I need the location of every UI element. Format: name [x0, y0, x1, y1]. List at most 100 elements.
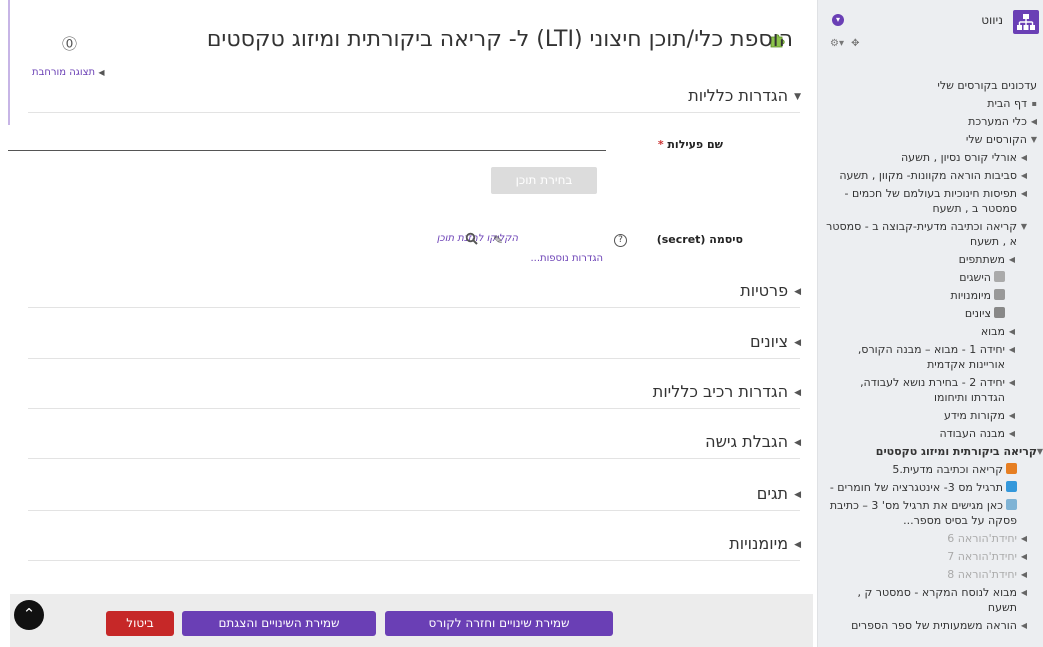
caret-left-icon: ◀: [794, 438, 801, 448]
nav-item[interactable]: ◀ אורלי קורס נסיון , תשעה: [818, 150, 1043, 165]
caret-left-icon: ◀: [1020, 171, 1027, 180]
nav-item-label: קריאה וכתיבה מדעית.5: [892, 463, 1003, 476]
nav-item[interactable]: ◀ הוראה משמעותית של ספר הספרים: [818, 618, 1043, 633]
lti-icon: [1006, 481, 1017, 492]
nav-item-label: יחידה 2 - בחירת נושא לעבודה, הגדרתו ותיח…: [860, 376, 1005, 404]
nav-item[interactable]: ◀ תפיסות חינוכיות בעולמם של חכמים - סמסטר…: [818, 186, 1043, 216]
save-and-return-button[interactable]: שמירת שינויים וחזרה לקורס: [385, 611, 613, 636]
navigation-title: ניווט: [981, 13, 1003, 27]
nav-item[interactable]: ◀ יחידת'הוראה 8: [818, 567, 1043, 582]
section-divider: [28, 358, 800, 359]
trophy-icon: [994, 271, 1005, 282]
caret-down-icon: ▼: [1020, 222, 1027, 231]
caret-left-icon: ◀: [1008, 378, 1015, 387]
lti-icon: [1006, 463, 1017, 474]
activity-name-label-text: שם פעילות: [667, 138, 723, 151]
section-privacy-label: פרטיות: [740, 281, 789, 300]
nav-item-label: מבוא: [980, 325, 1005, 338]
nav-item[interactable]: ▼ הקורסים שלי: [818, 132, 1043, 147]
nav-item[interactable]: ◀ יחידת'הוראה 7: [818, 549, 1043, 564]
nav-item[interactable]: ◀ יחידה 2 - בחירת נושא לעבודה, הגדרתו ותי…: [818, 375, 1043, 405]
nav-item-label: עדכונים בקורסים שלי: [937, 79, 1037, 92]
section-restrict-access[interactable]: ◀ הגבלת גישה: [705, 432, 801, 451]
activity-name-label: שם פעילות *: [655, 138, 723, 151]
section-general[interactable]: ▼ הגדרות כלליות: [688, 86, 801, 105]
caret-left-icon: ◀: [1008, 429, 1015, 438]
section-tags[interactable]: ◀ תגים: [757, 484, 801, 503]
caret-left-icon: ◀: [1020, 153, 1027, 162]
save-and-display-button[interactable]: שמירת השינויים והצגתם: [182, 611, 376, 636]
nav-item[interactable]: כאן מגישים את תרגיל מס' 3 – כתיבת פסקה ע…: [818, 498, 1043, 528]
nav-item-label: משתתפים: [958, 253, 1005, 266]
nav-item-label: כלי המערכת: [968, 115, 1027, 128]
nav-item[interactable]: עדכונים בקורסים שלי: [818, 78, 1043, 93]
caret-left-icon: ◀: [1008, 411, 1015, 420]
nav-item[interactable]: ◀ משתתפים: [818, 252, 1043, 267]
nav-item[interactable]: ◀ סביבות הוראה מקוונות- מקוון , תשעה: [818, 168, 1043, 183]
cancel-button[interactable]: ביטול: [106, 611, 174, 636]
nav-item[interactable]: הישגים: [818, 270, 1043, 285]
nav-item-label: תרגיל מס 3- אינטגרציה של חומרים -: [829, 481, 1003, 494]
nav-item[interactable]: ▼ קריאה וכתיבה מדעית-קבוצה ב - סמסטר א , …: [818, 219, 1043, 249]
nav-item[interactable]: ◀ מבוא: [818, 324, 1043, 339]
scroll-to-top-icon[interactable]: ⌃: [14, 600, 44, 630]
section-general-label: הגדרות כלליות: [688, 86, 789, 105]
search-icon[interactable]: [465, 232, 478, 245]
select-content-button[interactable]: בחירת תוכן: [491, 167, 597, 194]
nav-item[interactable]: ◀ מבוא לנוסח המקרא - סמסטר ק , תשעח: [818, 585, 1043, 615]
caret-left-icon: ◀: [794, 338, 801, 348]
help-icon[interactable]: ?: [614, 234, 627, 247]
section-grades[interactable]: ◀ ציונים: [750, 332, 801, 351]
collapse-block-icon[interactable]: ▾: [832, 14, 844, 26]
nav-item[interactable]: ◀ מבנה העבודה: [818, 426, 1043, 441]
caret-left-icon: ◀: [794, 540, 801, 550]
nav-item[interactable]: מיומנויות: [818, 288, 1043, 303]
caret-left-icon: ◀: [794, 287, 801, 297]
gear-icon[interactable]: ⚙▾: [830, 38, 844, 49]
caret-left-icon: ◀: [1020, 570, 1027, 579]
section-divider: [28, 510, 800, 511]
section-divider: [28, 307, 800, 308]
section-common-module[interactable]: ◀ הגדרות רכיב כלליות: [653, 382, 801, 401]
activity-name-input[interactable]: [8, 150, 606, 151]
caret-left-icon: ◀: [794, 388, 801, 398]
nav-item-label: מקורות מידע: [943, 409, 1005, 422]
section-tags-label: תגים: [756, 484, 789, 503]
nav-item[interactable]: ◀ מקורות מידע: [818, 408, 1043, 423]
page-title: הוספת כלי/תוכן חיצוני (LTI) ל- קריאה ביק…: [206, 27, 793, 52]
expand-all-link[interactable]: ◀ תצוגה מורחבת: [32, 67, 108, 78]
caret-down-icon: ▼: [794, 92, 801, 102]
move-icon[interactable]: ✥: [851, 38, 859, 49]
nav-item[interactable]: ◀ יחידה 1 - מבוא – מבנה הקורס, אוריינות א…: [818, 342, 1043, 372]
nav-item[interactable]: ציונים: [818, 306, 1043, 321]
nav-item-label: מיומנויות: [950, 289, 992, 302]
caret-left-icon: ◀: [1020, 189, 1027, 198]
caret-left-icon: ◀: [1020, 621, 1027, 630]
nav-item[interactable]: ▪ דף הבית: [818, 96, 1043, 111]
caret-down-icon: ▼: [1036, 447, 1043, 456]
help-icon[interactable]: ⓪: [62, 33, 77, 54]
block-actions[interactable]: ⚙▾ ✥: [830, 38, 860, 49]
nav-item[interactable]: קריאה וכתיבה מדעית.5: [818, 462, 1043, 477]
nav-item[interactable]: ◀ כלי המערכת: [818, 114, 1043, 129]
section-competencies[interactable]: ◀ מיומנויות: [729, 534, 801, 553]
more-settings-link[interactable]: הגדרות נוספות...: [530, 253, 603, 264]
sitemap-icon: [1013, 10, 1039, 34]
required-marker: *: [657, 138, 664, 151]
navigation-header: ניווט ▾ ⚙▾ ✥: [818, 0, 1043, 72]
pencil-icon[interactable]: ✎: [493, 233, 503, 247]
nav-item[interactable]: ◀ יחידת'הוראה 6: [818, 531, 1043, 546]
nav-item[interactable]: תרגיל מס 3- אינטגרציה של חומרים -: [818, 480, 1043, 495]
nav-item-label: מבנה העבודה: [939, 427, 1005, 440]
caret-left-icon: ◀: [1020, 552, 1027, 561]
navigation-tree: עדכונים בקורסים שלי ▪ דף הבית ◀ כלי המערכת ▼ ה…: [818, 72, 1043, 633]
caret-left-icon: ◀: [1020, 588, 1027, 597]
nav-item-label: הוראה משמעותית של ספר הספרים: [851, 619, 1017, 632]
section-privacy[interactable]: ◀ פרטיות: [740, 281, 801, 300]
section-divider: [28, 560, 800, 561]
bullet-icon: ▪: [1031, 99, 1037, 108]
nav-item-label: סביבות הוראה מקוונות- מקוון , תשעה: [839, 169, 1017, 182]
nav-item[interactable]: ▼ קריאה ביקורתית ומיזוג טקסטים: [818, 444, 1043, 459]
nav-item-label: יחידת'הוראה 7: [947, 550, 1017, 563]
nav-item-label: כאן מגישים את תרגיל מס' 3 – כתיבת פסקה ע…: [829, 499, 1017, 527]
